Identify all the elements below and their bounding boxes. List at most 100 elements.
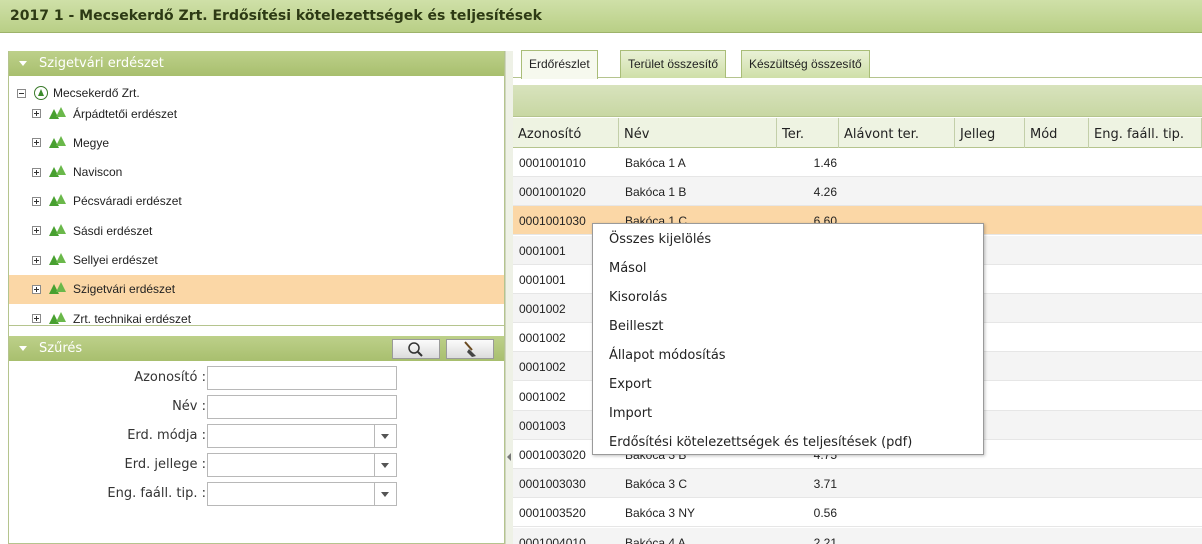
collapse-arrow-icon[interactable] bbox=[507, 453, 511, 461]
tree-item-label: Megye bbox=[73, 135, 110, 150]
forest-icon bbox=[49, 311, 67, 326]
dropdown-arrow-icon[interactable] bbox=[374, 483, 396, 505]
tree-item-label: Pécsváradi erdészet bbox=[73, 194, 182, 209]
filter-label: Eng. faáll. tip. : bbox=[107, 486, 206, 501]
panel-splitter[interactable] bbox=[505, 51, 513, 544]
column-header[interactable]: Azonosító bbox=[513, 118, 619, 148]
context-menu-item[interactable]: Erdősítési kötelezettségek és teljesítés… bbox=[593, 428, 983, 457]
filter-label: Erd. jellege : bbox=[124, 457, 206, 472]
tree-item[interactable]: Zrt. technikai erdészet bbox=[9, 304, 504, 333]
forest-icon bbox=[49, 106, 67, 121]
tree-item[interactable]: Sellyei erdészet bbox=[9, 246, 504, 275]
table-row[interactable]: 0001003520 Bakóca 3 NY 0.56 bbox=[513, 498, 1202, 528]
tree-item[interactable]: Pécsváradi erdészet bbox=[9, 187, 504, 216]
cell-id: 0001001010 bbox=[519, 156, 586, 170]
cell-name: Bakóca 1 B bbox=[625, 185, 687, 200]
tab[interactable]: Erdőrészlet bbox=[521, 50, 598, 79]
cell-name: Bakóca 3 C bbox=[625, 477, 688, 492]
tree-item[interactable]: Sásdi erdészet bbox=[9, 216, 504, 245]
column-header[interactable]: Név bbox=[619, 118, 777, 148]
cell-name: Bakóca 3 NY bbox=[625, 506, 696, 521]
expand-icon[interactable] bbox=[32, 138, 41, 148]
table-row[interactable]: 0001004010 Bakóca 4 A 2.21 bbox=[513, 527, 1202, 544]
table-row[interactable]: 0001003030 Bakóca 3 C 3.71 bbox=[513, 469, 1202, 499]
cell-ter: 3.71 bbox=[813, 477, 837, 492]
tree-item-label: Naviscon bbox=[73, 165, 123, 180]
expand-icon[interactable] bbox=[32, 284, 41, 294]
column-header[interactable]: Alávont ter. bbox=[839, 118, 955, 148]
tree-root-label: Mecsekerdő Zrt. bbox=[53, 86, 140, 100]
filter-input[interactable] bbox=[207, 395, 397, 419]
filter-label: Azonosító : bbox=[134, 370, 206, 385]
column-header[interactable]: Mód bbox=[1025, 118, 1089, 148]
column-header[interactable]: Jelleg bbox=[955, 118, 1025, 148]
filter-row: Eng. faáll. tip. : bbox=[9, 480, 504, 508]
filter-select[interactable] bbox=[207, 453, 397, 477]
expand-icon[interactable] bbox=[32, 226, 41, 236]
search-icon bbox=[408, 342, 423, 357]
context-menu-item[interactable]: Kisorolás bbox=[593, 283, 983, 312]
column-header[interactable]: Ter. bbox=[777, 118, 839, 148]
tab-bar: Erdőrészlet Terület összesítő Készültség ö… bbox=[513, 45, 1202, 79]
forest-icon bbox=[49, 223, 67, 238]
context-menu-item[interactable]: Beilleszt bbox=[593, 312, 983, 341]
context-menu-item[interactable]: Állapot módosítás bbox=[593, 341, 983, 370]
grid-header: Azonosító Név Ter. Alávont ter. Jelleg Mód Eng… bbox=[513, 118, 1202, 148]
tree-item[interactable]: Megye bbox=[9, 128, 504, 157]
context-menu-item[interactable]: Export bbox=[593, 370, 983, 399]
cell-ter: 2.21 bbox=[813, 535, 837, 544]
table-row[interactable]: 0001001010 Bakóca 1 A 1.46 bbox=[513, 148, 1202, 177]
tab[interactable]: Terület összesítő bbox=[620, 50, 727, 78]
tree-panel-header[interactable]: Szigetvári erdészet bbox=[9, 51, 504, 76]
cell-ter: 1.46 bbox=[813, 156, 837, 170]
filter-row: Erd. módja : bbox=[9, 422, 504, 450]
search-button[interactable] bbox=[392, 339, 440, 359]
forest-icon bbox=[49, 253, 67, 267]
expand-icon[interactable] bbox=[32, 167, 41, 177]
tree-item[interactable]: Árpádtetői erdészet bbox=[9, 99, 504, 128]
expand-icon[interactable] bbox=[32, 196, 41, 206]
dropdown-arrow-icon[interactable] bbox=[374, 454, 396, 476]
dropdown-arrow-icon[interactable] bbox=[374, 425, 396, 447]
grid-toolbar bbox=[513, 85, 1202, 117]
filter-label: Név : bbox=[172, 399, 206, 414]
collapse-caret-icon[interactable] bbox=[19, 346, 27, 351]
cell-name: Bakóca 4 A bbox=[625, 535, 686, 544]
tree-item[interactable]: Naviscon bbox=[9, 158, 504, 187]
context-menu-item[interactable]: Összes kijelölés bbox=[593, 225, 983, 254]
column-header[interactable]: Eng. faáll. tip. bbox=[1089, 118, 1202, 148]
organization-icon bbox=[34, 86, 48, 100]
forest-icon bbox=[49, 282, 67, 296]
filter-panel-header[interactable]: Szűrés bbox=[9, 336, 504, 361]
context-menu-item[interactable]: Másol bbox=[593, 254, 983, 283]
forest-icon bbox=[49, 194, 67, 208]
collapse-caret-icon[interactable] bbox=[19, 61, 27, 66]
tree-panel-title: Szigetvári erdészet bbox=[39, 56, 164, 71]
context-menu-item[interactable]: Import bbox=[593, 399, 983, 428]
cell-id: 0001004010 bbox=[519, 535, 586, 544]
cell-id: 0001003030 bbox=[519, 477, 586, 492]
cell-id: 0001001020 bbox=[519, 185, 586, 200]
expand-icon[interactable] bbox=[32, 255, 41, 265]
filter-label: Erd. módja : bbox=[127, 428, 206, 443]
filter-select[interactable] bbox=[207, 482, 397, 506]
filter-row: Erd. jellege : bbox=[9, 451, 504, 479]
collapse-icon[interactable] bbox=[17, 88, 26, 98]
filter-form: Azonosító : Név : Erd. módja : Erd. jellege… bbox=[9, 361, 504, 544]
filter-input[interactable] bbox=[207, 366, 397, 390]
expand-icon[interactable] bbox=[32, 314, 41, 324]
tab[interactable]: Készültség összesítő bbox=[741, 50, 870, 78]
tree-item-label: Szigetvári erdészet bbox=[73, 282, 176, 297]
org-tree: Mecsekerdő Zrt. Árpádtetői erdészet Megye… bbox=[9, 76, 504, 326]
cell-name: Bakóca 1 A bbox=[625, 156, 686, 170]
clear-filter-button[interactable] bbox=[446, 339, 494, 359]
filter-select[interactable] bbox=[207, 424, 397, 448]
tree-item-label: Sásdi erdészet bbox=[73, 223, 153, 238]
tree-item[interactable]: Szigetvári erdészet bbox=[9, 274, 504, 304]
cell-ter: 4.26 bbox=[813, 185, 837, 200]
expand-icon[interactable] bbox=[32, 109, 41, 118]
cell-ter: 0.56 bbox=[813, 506, 837, 521]
context-menu: Összes kijelölés Másol Kisorolás Beilleszt Á… bbox=[592, 223, 984, 455]
table-row[interactable]: 0001001020 Bakóca 1 B 4.26 bbox=[513, 177, 1202, 207]
window-title: 2017 1 - Mecsekerdő Zrt. Erdősítési köte… bbox=[0, 0, 1202, 33]
